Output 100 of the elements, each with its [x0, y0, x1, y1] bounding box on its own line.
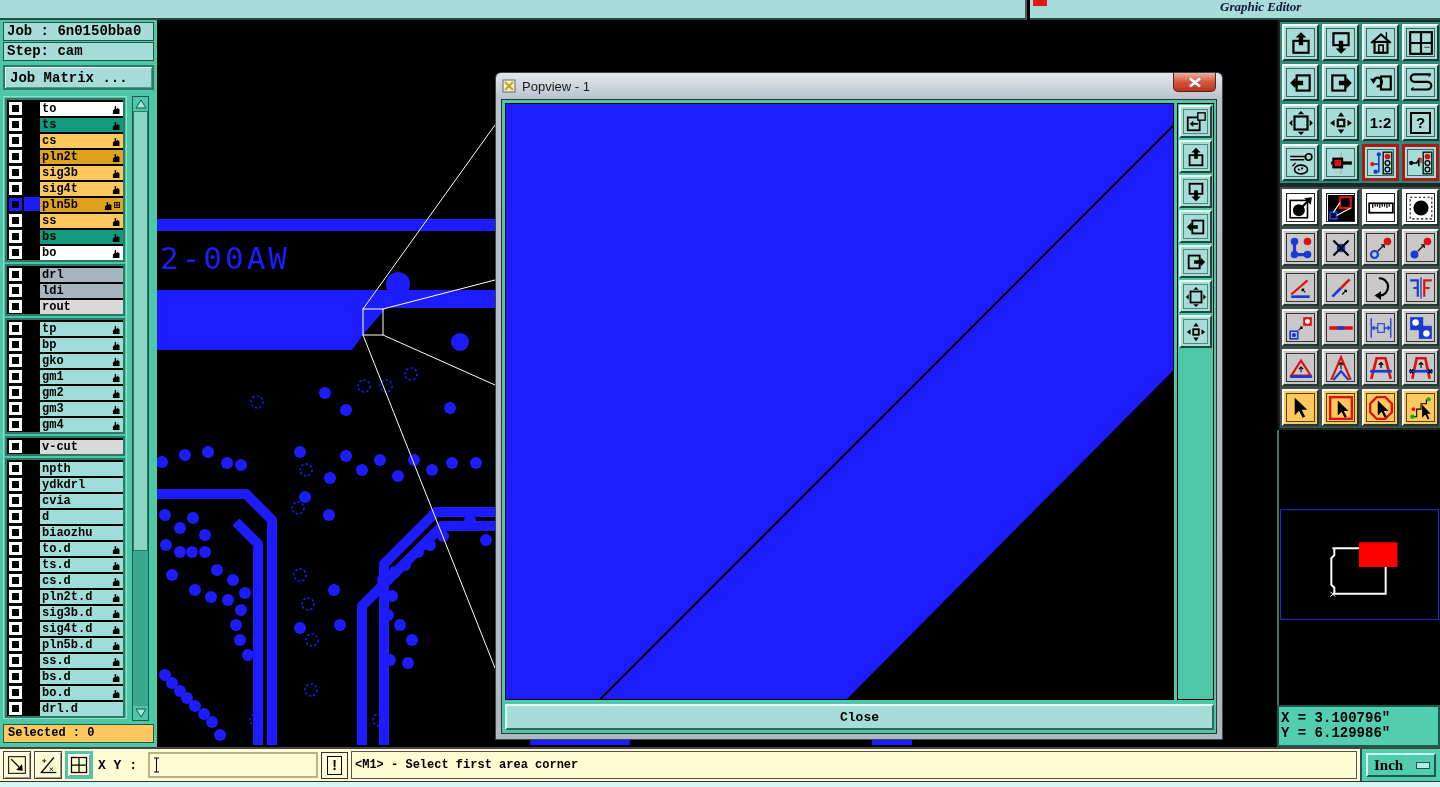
layer-name: cs	[42, 134, 57, 148]
layer-item[interactable]: ss.d	[40, 654, 123, 668]
popview-tool-button[interactable]	[1179, 105, 1212, 138]
arch-cross-icon	[1407, 354, 1434, 381]
layer-name: ts.d	[42, 558, 71, 572]
pad	[157, 456, 168, 468]
layer-item[interactable]: to.d	[40, 542, 123, 556]
popview-tool-button[interactable]	[1179, 315, 1212, 348]
layer-item[interactable]: cs	[40, 134, 123, 148]
scroll-up-button[interactable]	[133, 97, 148, 111]
layer-item[interactable]: pln2t	[40, 150, 123, 164]
toolbar-button[interactable]	[1362, 144, 1399, 181]
pad	[230, 619, 242, 631]
layer-name: bo.d	[42, 686, 71, 700]
dashed-pad-ring	[304, 683, 318, 697]
layer-item[interactable]: pln5b.d	[40, 638, 123, 652]
pad	[386, 590, 398, 602]
hand-icon	[112, 420, 120, 430]
alert-button[interactable]: !	[321, 751, 348, 779]
layer-item[interactable]: ss	[40, 214, 123, 228]
toolbar-button[interactable]: 1:2	[1362, 104, 1399, 141]
toolbar-button[interactable]: ?	[1402, 104, 1439, 141]
layer-name: gm3	[42, 402, 64, 416]
dashed-pad-ring	[299, 463, 313, 477]
tool-button[interactable]	[3, 751, 31, 779]
scroll-down-button[interactable]	[133, 706, 148, 720]
layer-item[interactable]: to	[40, 102, 123, 116]
layer-name: tp	[42, 322, 57, 336]
grid-window-icon	[1407, 29, 1434, 56]
pad	[181, 692, 193, 704]
scrollbar-track[interactable]	[132, 96, 149, 721]
layer-item[interactable]: sig3b.d	[40, 606, 123, 620]
layer-item[interactable]: ydkdrl	[40, 478, 123, 492]
pad	[189, 584, 201, 596]
dashed-pad-ring	[250, 395, 264, 409]
tool-button[interactable]	[65, 751, 93, 779]
layer-name: to	[42, 102, 57, 116]
dropdown-indicator-icon	[1416, 761, 1430, 769]
pad	[444, 402, 456, 414]
signal-lights-icon	[1407, 149, 1434, 176]
popview-tool-button[interactable]	[1179, 280, 1212, 313]
scrollbar-thumb[interactable]	[133, 111, 148, 551]
layer-item[interactable]: biaozhu	[40, 526, 123, 540]
window-title: Popview - 1	[522, 78, 590, 94]
pad	[159, 669, 171, 681]
popview-tool-button[interactable]	[1179, 140, 1212, 173]
popview-tool-button[interactable]	[1179, 210, 1212, 243]
job-matrix-button[interactable]: Job Matrix ...	[3, 65, 154, 90]
layer-item[interactable]: d	[40, 510, 123, 524]
popview-tool-button[interactable]	[1179, 175, 1212, 208]
xy-input-field[interactable]	[148, 752, 318, 778]
layer-item[interactable]: cs.d	[40, 574, 123, 588]
layer-item[interactable]: gm2	[40, 386, 123, 400]
layer-item[interactable]: gm1	[40, 370, 123, 384]
layer-item[interactable]: sig3b	[40, 166, 123, 180]
layer-item[interactable]: drl	[40, 268, 123, 282]
layer-item[interactable]: v-cut	[40, 440, 123, 454]
hand-icon	[112, 216, 120, 226]
layer-item[interactable]: gm3	[40, 402, 123, 416]
pad	[166, 677, 178, 689]
layer-item[interactable]: gko	[40, 354, 123, 368]
pad	[187, 512, 199, 524]
layer-item[interactable]: tp	[40, 322, 123, 336]
layer-name: pln5b	[42, 198, 78, 212]
layer-item[interactable]: bo	[40, 246, 123, 260]
layer-item[interactable]: npth	[40, 462, 123, 476]
layer-name: drl	[42, 268, 64, 282]
layer-item[interactable]: bp	[40, 338, 123, 352]
tool-button[interactable]	[34, 751, 62, 779]
pad	[399, 559, 411, 571]
window-close-button[interactable]	[1173, 73, 1216, 92]
layer-name: ss.d	[42, 654, 71, 668]
pad	[242, 649, 254, 661]
layer-item[interactable]: cvia	[40, 494, 123, 508]
hand-icon	[112, 168, 120, 178]
layer-item[interactable]: ts	[40, 118, 123, 132]
layer-name: to.d	[42, 542, 71, 556]
layer-item[interactable]: ts.d	[40, 558, 123, 572]
layer-item[interactable]: bo.d	[40, 686, 123, 700]
layer-name: rout	[42, 300, 71, 314]
layer-item[interactable]: sig4t	[40, 182, 123, 196]
board-label-text: 2-00AW	[160, 241, 290, 275]
layer-checkbox[interactable]	[9, 197, 22, 211]
layer-item[interactable]: gm4	[40, 418, 123, 432]
layer-item[interactable]: pln5b	[40, 198, 123, 212]
pad	[202, 446, 214, 458]
layer-item[interactable]: bs	[40, 230, 123, 244]
close-button[interactable]: Close	[505, 704, 1214, 730]
popview-tool-button[interactable]	[1179, 245, 1212, 278]
pad	[211, 564, 223, 576]
layer-item[interactable]: drl.d	[40, 702, 123, 716]
layer-item[interactable]: pln2t.d	[40, 590, 123, 604]
pad	[392, 470, 404, 482]
toolbar-button[interactable]	[1402, 144, 1439, 181]
layer-item[interactable]: rout	[40, 300, 123, 314]
layer-item[interactable]: ldi	[40, 284, 123, 298]
layer-item[interactable]: bs.d	[40, 670, 123, 684]
layer-item[interactable]: sig4t.d	[40, 622, 123, 636]
units-dropdown[interactable]: Inch	[1366, 753, 1436, 777]
hand-icon	[112, 560, 120, 570]
